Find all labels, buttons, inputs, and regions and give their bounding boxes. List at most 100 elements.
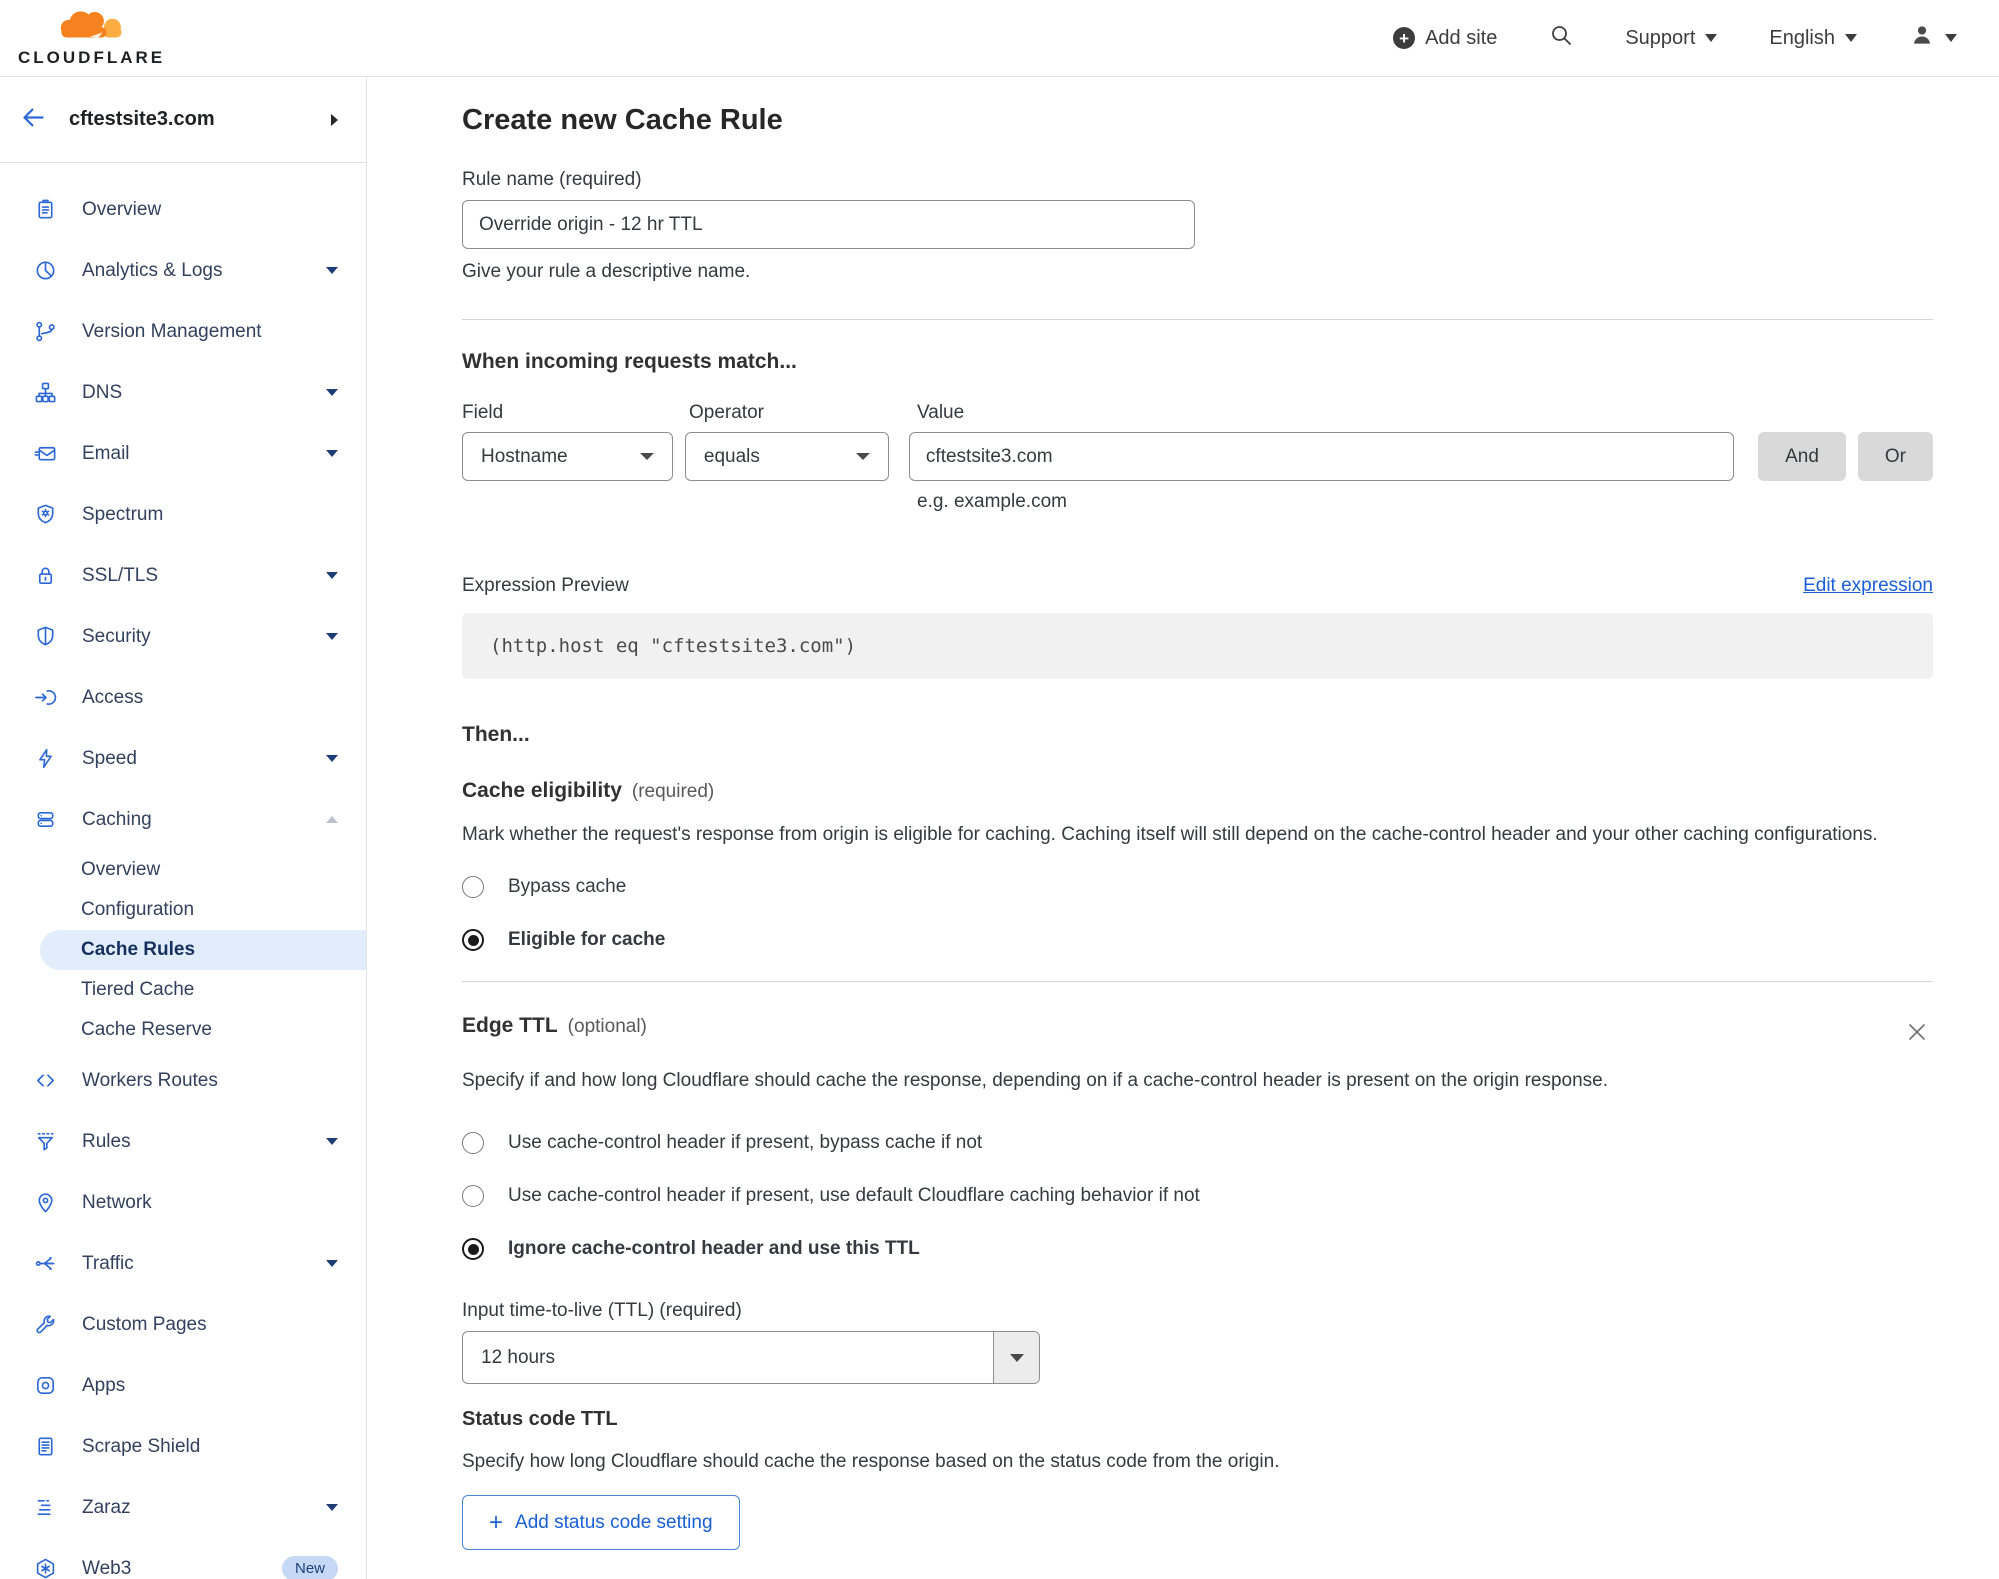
sidebar-item-label: Spectrum (82, 503, 164, 525)
email-icon (33, 442, 57, 466)
ttl-select-caret[interactable] (993, 1332, 1039, 1383)
sidebar-item-overview[interactable]: Overview (0, 179, 366, 240)
sidebar-item-version-management[interactable]: Version Management (0, 301, 366, 362)
cache-eligibility-title: Cache eligibility (462, 779, 622, 802)
support-menu[interactable]: Support (1625, 27, 1718, 50)
back-arrow-icon[interactable] (20, 104, 47, 136)
sidebar-item-speed[interactable]: Speed (0, 728, 366, 789)
sidebar-item-caching[interactable]: Caching (0, 789, 366, 850)
sidebar-item-label: Web3 (82, 1557, 132, 1579)
sidebar-item-security[interactable]: Security (0, 606, 366, 667)
workers-routes-icon (33, 1069, 57, 1093)
ttl-select[interactable]: 12 hours (462, 1331, 1040, 1384)
search-button[interactable] (1549, 23, 1573, 53)
and-button[interactable]: And (1758, 432, 1846, 481)
sidebar-subitem-configuration[interactable]: Configuration (0, 890, 366, 930)
radio-option-label: Bypass cache (508, 876, 627, 897)
sidebar-item-email[interactable]: Email (0, 423, 366, 484)
expression-preview-label: Expression Preview (462, 575, 629, 596)
sidebar-item-custom-pages[interactable]: Custom Pages (0, 1294, 366, 1355)
language-menu[interactable]: English (1769, 27, 1857, 50)
sidebar-item-label: Speed (82, 747, 137, 769)
sidebar-submenu: Overview Configuration Cache Rules Tiered C… (0, 850, 366, 1050)
sidebar-item-workers-routes[interactable]: Workers Routes (0, 1050, 366, 1111)
sidebar-item-label: DNS (82, 381, 123, 403)
sidebar-item-label: Traffic (82, 1252, 134, 1274)
ssl-tls-icon (33, 564, 57, 588)
field-label: Field (462, 402, 504, 423)
chevron-down-icon (326, 450, 338, 457)
sidebar-nav: Overview Analytics & Logs Version Manageme… (0, 163, 366, 1579)
traffic-icon (33, 1252, 57, 1276)
chevron-down-icon (326, 1138, 338, 1145)
sidebar-item-scrape-shield[interactable]: Scrape Shield (0, 1416, 366, 1477)
ttl-select-value: 12 hours (481, 1346, 555, 1368)
new-badge: New (281, 1556, 338, 1579)
edit-expression-link[interactable]: Edit expression (1803, 575, 1933, 597)
sidebar-item-network[interactable]: Network (0, 1172, 366, 1233)
operator-select[interactable]: equals (684, 432, 889, 481)
sidebar-item-ssl-tls[interactable]: SSL/TLS (0, 545, 366, 606)
rules-icon (33, 1130, 57, 1154)
radio-option-use-cache-control-header-if-present-bypass-cache-if-not[interactable]: Use cache-control header if present, byp… (462, 1132, 1933, 1154)
plus-icon: + (489, 1508, 504, 1536)
add-status-code-button[interactable]: + Add status code setting (462, 1495, 740, 1550)
sidebar-item-label: Email (82, 442, 130, 464)
required-tag: (required) (631, 781, 715, 802)
sidebar-subitem-overview[interactable]: Overview (0, 850, 366, 890)
sidebar-item-web3[interactable]: Web3 New (0, 1538, 366, 1579)
sidebar-item-spectrum[interactable]: Spectrum (0, 484, 366, 545)
sidebar-item-apps[interactable]: Apps (0, 1355, 366, 1416)
chevron-down-icon (326, 1260, 338, 1267)
field-select[interactable]: Hostname (462, 432, 673, 481)
chevron-down-icon (1705, 34, 1718, 42)
cache-eligibility-options: Bypass cache Eligible for cache (462, 876, 1933, 951)
operator-select-value: equals (703, 445, 760, 467)
chevron-down-icon (1009, 1353, 1024, 1362)
ttl-input-label: Input time-to-live (TTL) (required) (462, 1300, 742, 1321)
close-edge-ttl-button[interactable] (1901, 1016, 1933, 1051)
chevron-up-icon (326, 816, 338, 823)
sidebar-item-label: Overview (82, 198, 162, 220)
rule-name-input[interactable] (462, 200, 1195, 249)
sidebar-item-label: Rules (82, 1130, 131, 1152)
sidebar-item-rules[interactable]: Rules (0, 1111, 366, 1172)
search-icon (1549, 23, 1573, 53)
account-menu[interactable] (1909, 22, 1957, 54)
radio-option-bypass-cache[interactable]: Bypass cache (462, 876, 1933, 898)
radio-option-label: Eligible for cache (508, 929, 666, 950)
radio-option-use-cache-control-header-if-present-use-default-cloudflare-caching-behavior-if-not[interactable]: Use cache-control header if present, use… (462, 1185, 1933, 1207)
sidebar-item-traffic[interactable]: Traffic (0, 1233, 366, 1294)
dns-icon (33, 381, 57, 405)
value-input[interactable] (908, 432, 1735, 481)
edge-ttl-description: Specify if and how long Cloudflare shoul… (462, 1070, 1609, 1091)
radio-selected-icon (462, 929, 484, 951)
language-label: English (1769, 26, 1835, 49)
chevron-down-icon (1845, 34, 1857, 42)
sidebar-item-dns[interactable]: DNS (0, 362, 366, 423)
sidebar-item-label: Version Management (82, 320, 262, 342)
web3-icon (33, 1557, 57, 1579)
sidebar-subitem-cache-reserve[interactable]: Cache Reserve (0, 1010, 366, 1050)
add-status-code-label: Add status code setting (515, 1511, 713, 1533)
caching-icon (33, 808, 57, 832)
value-help: e.g. example.com (917, 491, 1067, 512)
sidebar-header: cftestsite3.com (0, 77, 366, 163)
sidebar-item-zaraz[interactable]: Zaraz (0, 1477, 366, 1538)
match-heading: When incoming requests match... (462, 350, 797, 373)
site-switcher-chevron-icon[interactable] (331, 113, 338, 126)
plus-icon: + (1393, 27, 1416, 49)
radio-option-eligible-for-cache[interactable]: Eligible for cache (462, 929, 1933, 951)
rule-name-label: Rule name (required) (462, 169, 642, 190)
sidebar-item-access[interactable]: Access (0, 667, 366, 728)
edge-ttl-title: Edge TTL (462, 1014, 558, 1037)
user-icon (1909, 22, 1935, 54)
sidebar-subitem-cache-rules[interactable]: Cache Rules (40, 930, 366, 970)
radio-option-ignore-cache-control-header-and-use-this-ttl[interactable]: Ignore cache-control header and use this… (462, 1238, 1933, 1260)
or-button[interactable]: Or (1857, 432, 1933, 481)
version-management-icon (33, 320, 57, 344)
sidebar-item-analytics-logs[interactable]: Analytics & Logs (0, 240, 366, 301)
sidebar-subitem-tiered-cache[interactable]: Tiered Cache (0, 970, 366, 1010)
cloudflare-logo[interactable]: CLOUDFLARE (18, 8, 165, 68)
add-site-button[interactable]: + Add site (1393, 27, 1497, 50)
